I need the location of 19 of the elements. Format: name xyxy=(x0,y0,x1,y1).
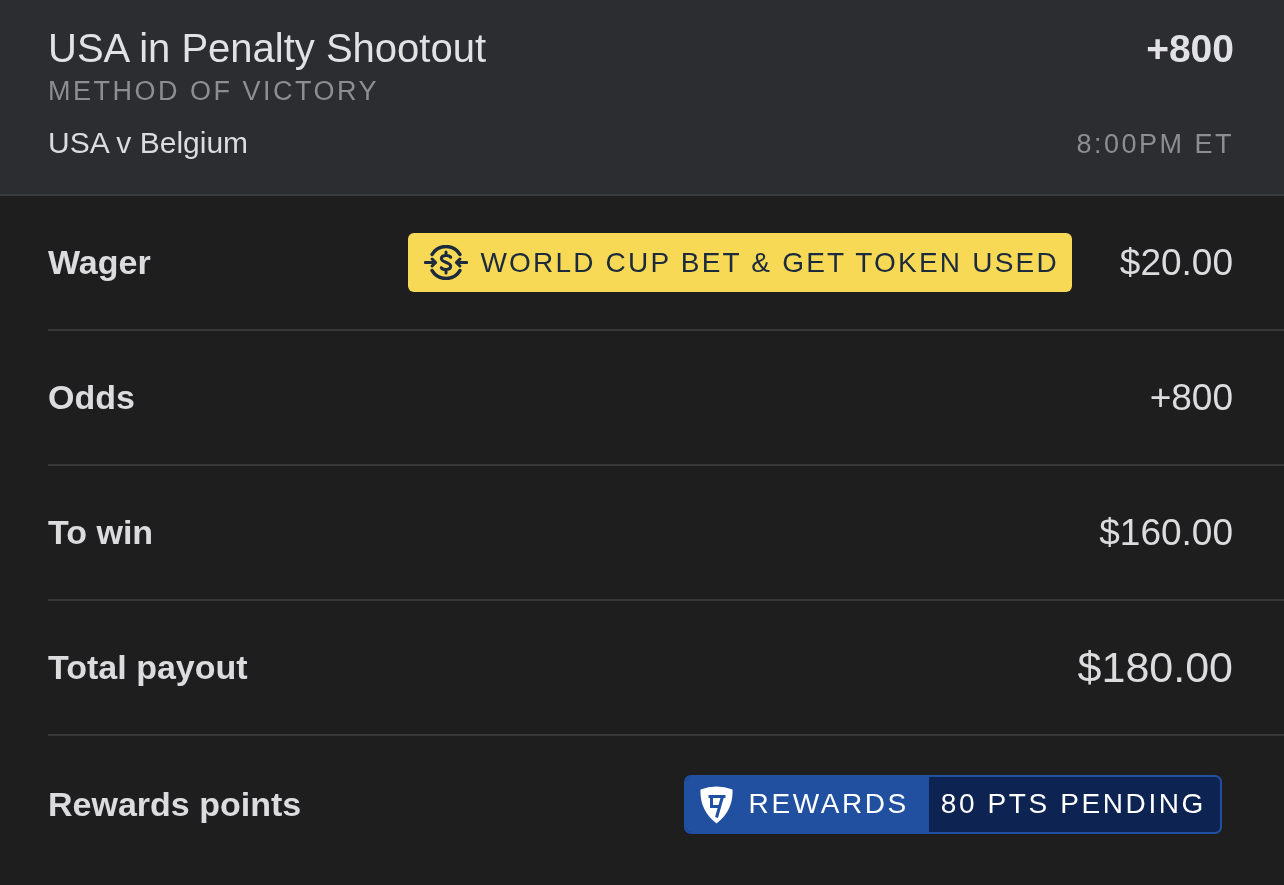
rewards-label: REWARDS xyxy=(748,788,909,820)
row-value: $160.00 xyxy=(1099,511,1233,554)
header-odds: +800 xyxy=(1146,27,1234,71)
rewards-points: 80 PTS PENDING xyxy=(939,787,1207,821)
row-value: +800 xyxy=(1149,376,1233,419)
shield-icon xyxy=(699,784,733,824)
event-time: 8:00PM ET xyxy=(1076,129,1234,160)
matchup-text: USA v Belgium xyxy=(48,126,249,160)
row-label: Rewards points xyxy=(48,784,302,824)
row-label: Total payout xyxy=(48,648,248,687)
row-label: Wager xyxy=(48,243,151,282)
row-label: Odds xyxy=(48,378,135,417)
row-value: $180.00 xyxy=(1077,643,1233,692)
token-badge: WORLD CUP BET & GET TOKEN USED xyxy=(408,233,1072,292)
selection-title: USA in Penalty Shootout xyxy=(48,25,487,72)
market-name: METHOD OF VICTORY xyxy=(48,75,380,108)
row-value: $20.00 xyxy=(1119,241,1233,284)
row-label: To win xyxy=(48,513,154,552)
dollar-arrows-icon xyxy=(424,245,469,280)
